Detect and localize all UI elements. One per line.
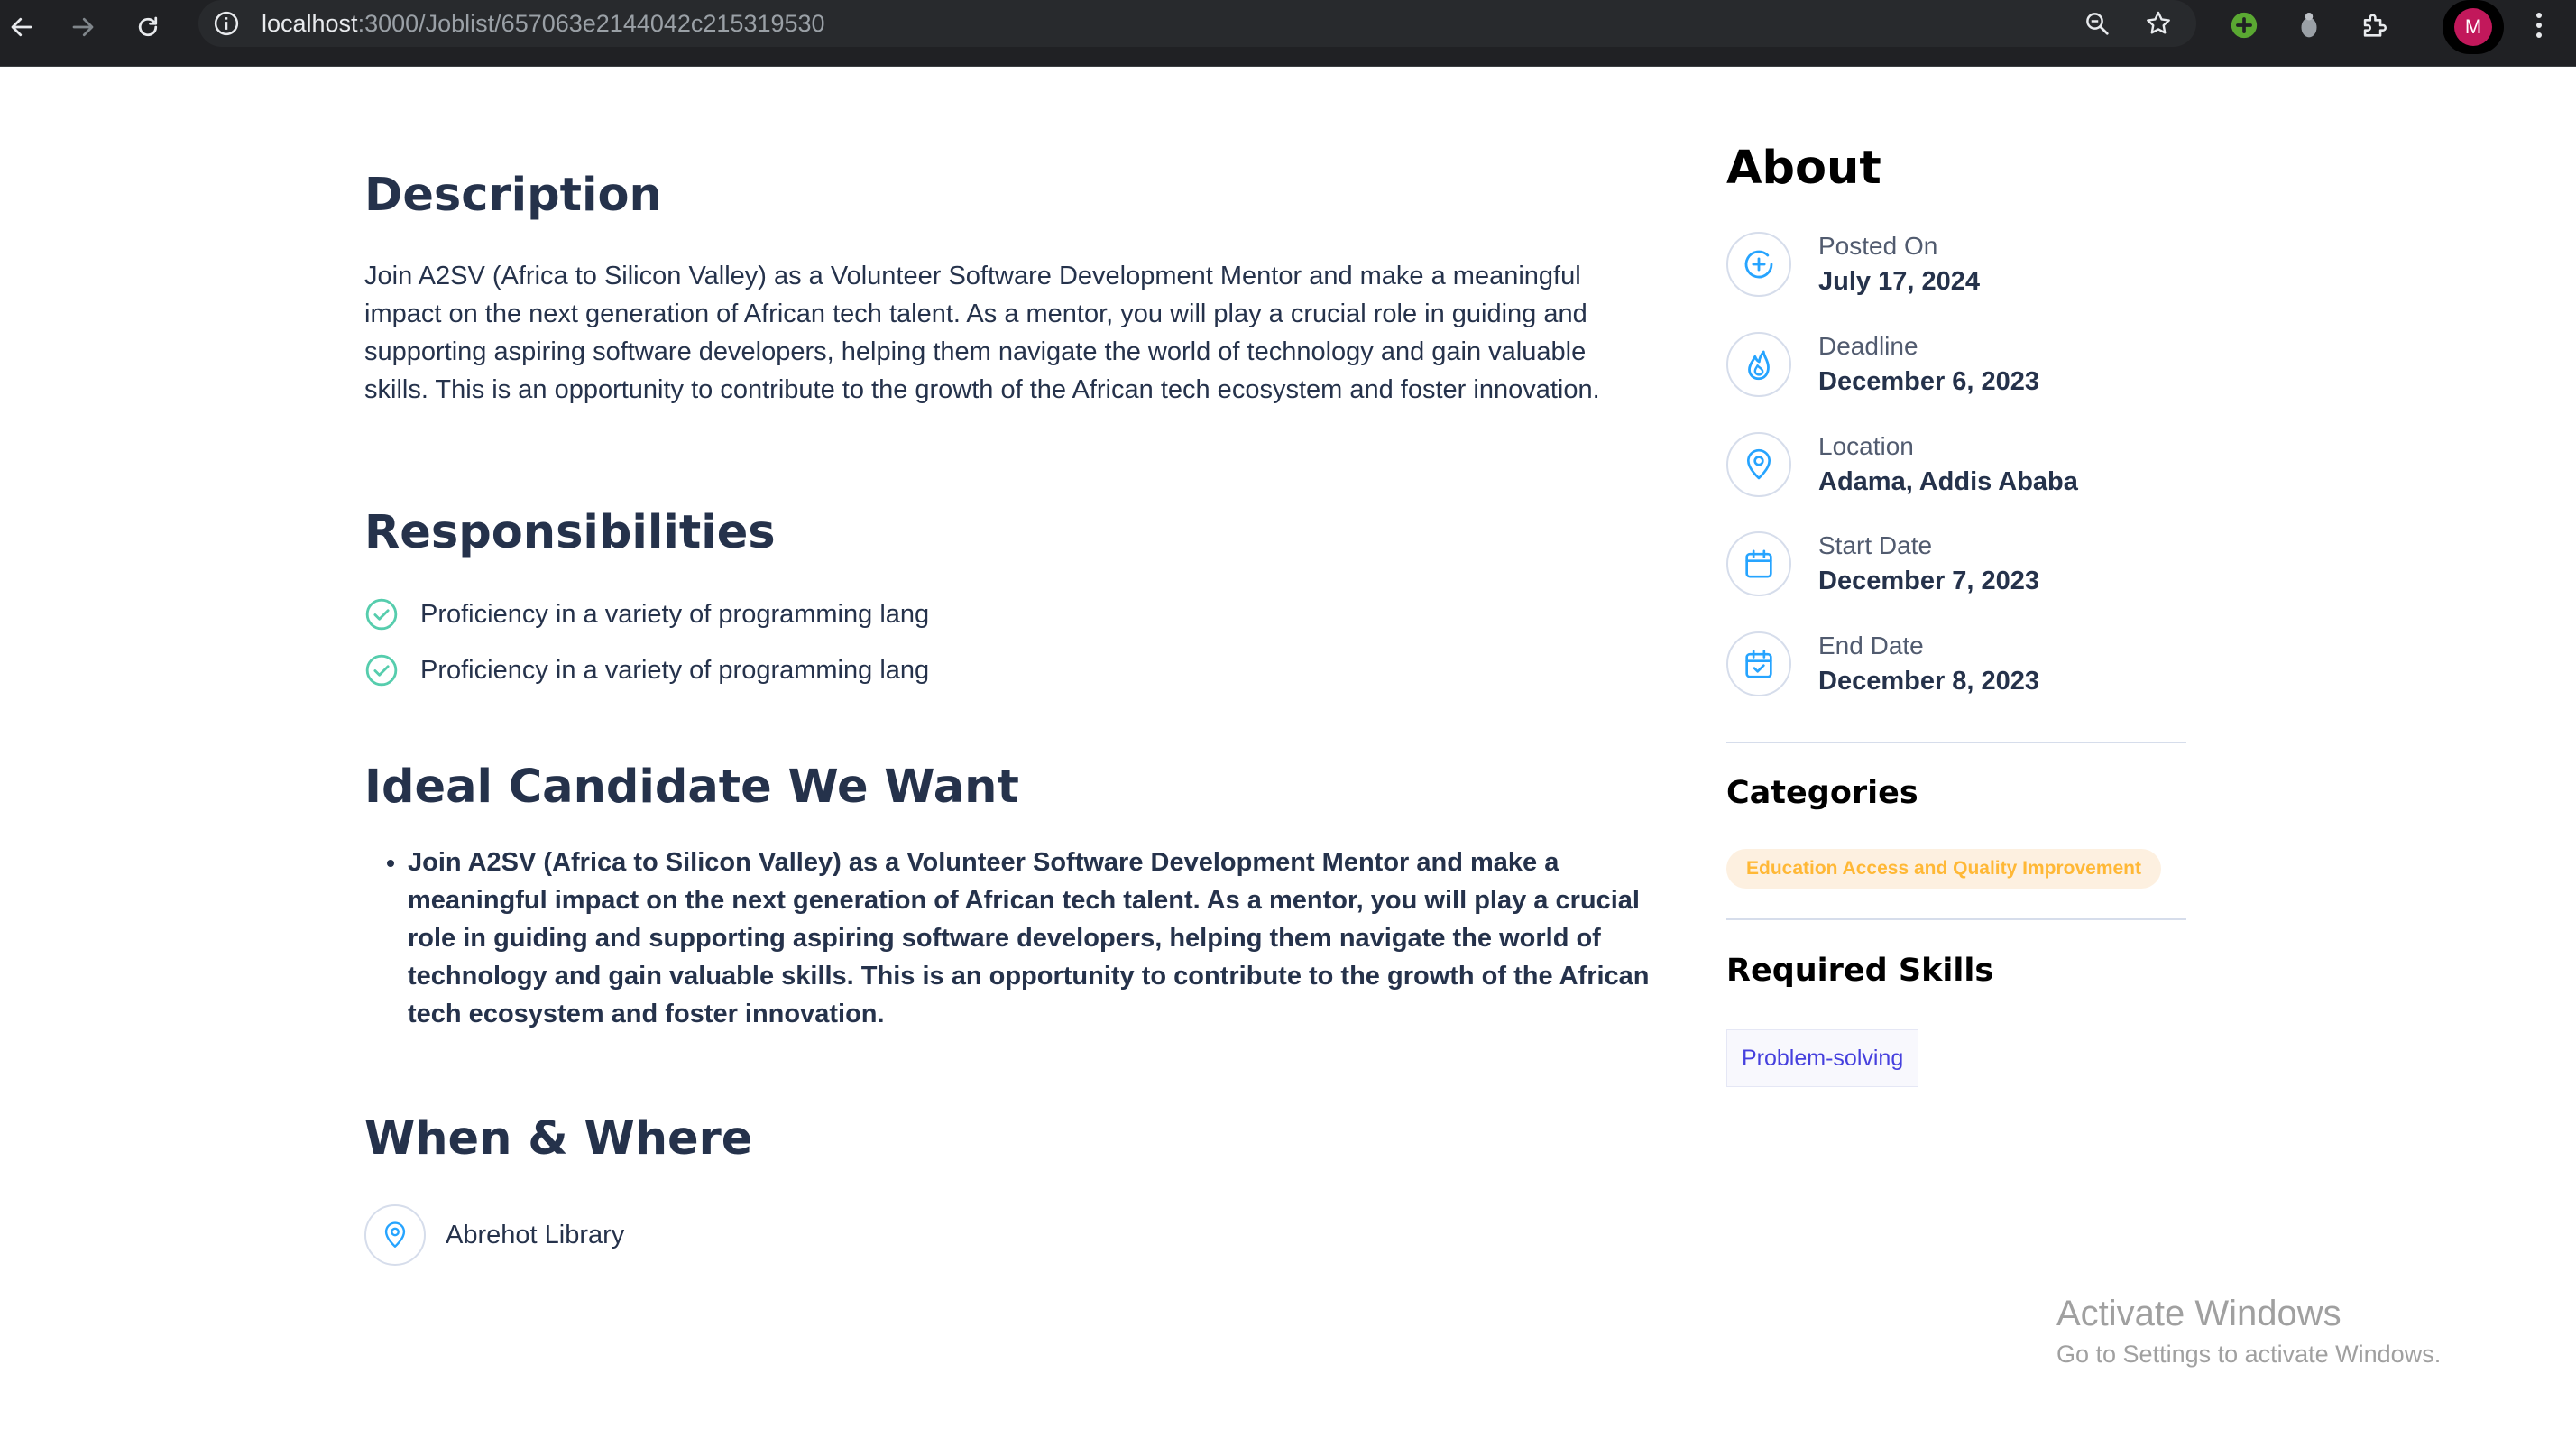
fire-icon (1726, 332, 1791, 397)
profile-button[interactable]: M (2443, 0, 2504, 54)
about-value: December 8, 2023 (1818, 667, 2040, 696)
about-item-end-date: End Date December 8, 2023 (1726, 628, 2039, 700)
responsibilities-title: Responsibilities (364, 506, 776, 559)
event-location-text: Abrehot Library (446, 1220, 625, 1249)
about-item-posted-on: Posted On July 17, 2024 (1726, 228, 1980, 300)
calendar-check-icon (1726, 631, 1791, 696)
plus-circle-icon (1726, 232, 1791, 297)
watermark-title: Activate Windows (2056, 1294, 2341, 1333)
about-label: Deadline (1818, 332, 1918, 360)
divider (1726, 742, 2186, 743)
responsibilities-list: Proficiency in a variety of programming … (364, 586, 929, 698)
address-bar[interactable]: localhost:3000/Joblist/657063e2144042c21… (198, 0, 2196, 47)
bookmark-star-icon[interactable] (2142, 7, 2175, 40)
about-label: Location (1818, 432, 1914, 460)
calendar-icon (1726, 531, 1791, 596)
event-location: Abrehot Library (364, 1204, 624, 1266)
description-title: Description (364, 169, 662, 222)
menu-dots-icon[interactable] (2525, 7, 2553, 43)
ideal-candidate-title: Ideal Candidate We Want (364, 760, 1019, 814)
about-item-deadline: Deadline December 6, 2023 (1726, 328, 2039, 401)
about-item-location: Location Adama, Addis Ababa (1726, 429, 2078, 501)
about-value: December 6, 2023 (1818, 367, 2040, 396)
forward-icon[interactable] (61, 5, 105, 49)
site-info-icon[interactable] (211, 8, 242, 39)
responsibility-text: Proficiency in a variety of programming … (420, 655, 930, 685)
about-label: Start Date (1818, 531, 1933, 559)
check-circle-icon (364, 597, 399, 631)
list-item: Proficiency in a variety of programming … (364, 586, 929, 642)
watermark-subtitle: Go to Settings to activate Windows. (2056, 1341, 2442, 1368)
about-title: About (1726, 142, 1881, 195)
extensions-puzzle-icon[interactable] (2356, 7, 2392, 43)
about-label: Posted On (1818, 232, 1938, 260)
url-text: localhost:3000/Joblist/657063e2144042c21… (262, 10, 825, 37)
about-item-start-date: Start Date December 7, 2023 (1726, 528, 2039, 600)
location-pin-icon (1726, 432, 1791, 497)
activate-windows-watermark: Activate Windows Go to Settings to activ… (2056, 1290, 2441, 1371)
about-label: End Date (1818, 631, 1924, 659)
reload-icon[interactable] (126, 5, 170, 49)
skill-tag: Problem-solving (1726, 1029, 1919, 1087)
about-value: July 17, 2024 (1818, 267, 1980, 296)
avatar: M (2454, 8, 2492, 46)
categories-title: Categories (1726, 775, 1918, 811)
category-badge: Education Access and Quality Improvement (1726, 849, 2162, 889)
extension-add-icon[interactable] (2226, 7, 2262, 43)
responsibility-text: Proficiency in a variety of programming … (420, 599, 930, 629)
description-text: Join A2SV (Africa to Silicon Valley) as … (364, 262, 1600, 404)
list-item: Join A2SV (Africa to Silicon Valley) as … (408, 843, 1679, 1033)
check-circle-icon (364, 653, 399, 687)
browser-toolbar: localhost:3000/Joblist/657063e2144042c21… (0, 0, 2576, 67)
extension-icon[interactable] (2291, 7, 2327, 43)
zoom-icon[interactable] (2081, 7, 2113, 40)
back-icon[interactable] (0, 5, 43, 49)
required-skills-title: Required Skills (1726, 953, 1994, 989)
about-value: Adama, Addis Ababa (1818, 467, 2078, 496)
about-value: December 7, 2023 (1818, 567, 2040, 595)
location-pin-icon (364, 1204, 426, 1266)
when-where-title: When & Where (364, 1112, 753, 1166)
divider (1726, 918, 2186, 920)
list-item: Proficiency in a variety of programming … (364, 642, 929, 698)
ideal-candidate-list: Join A2SV (Africa to Silicon Valley) as … (364, 843, 1679, 1033)
